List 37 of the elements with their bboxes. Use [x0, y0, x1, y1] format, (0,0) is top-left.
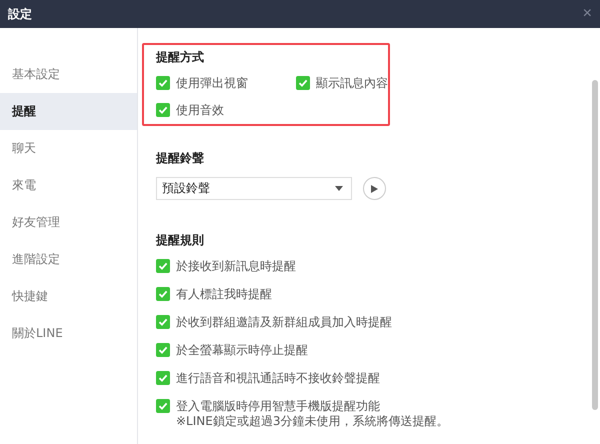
- checkbox[interactable]: [156, 103, 170, 117]
- option-label: 有人標註我時提醒: [176, 287, 272, 302]
- option-label: 進行語音和視訊通話時不接收鈴聲提醒: [176, 371, 380, 386]
- sidebar-item[interactable]: 好友管理: [0, 204, 137, 241]
- sidebar-item[interactable]: 進階設定: [0, 241, 137, 278]
- option-label: 於接收到新訊息時提醒: [176, 259, 296, 274]
- play-icon: [371, 184, 378, 192]
- checkbox[interactable]: [156, 315, 170, 329]
- sidebar-item[interactable]: 來電: [0, 167, 137, 204]
- checkbox[interactable]: [296, 76, 310, 90]
- option-label: 於全螢幕顯示時停止提醒: [176, 343, 308, 358]
- option-note: ※LINE鎖定或超過3分鐘未使用，系統將傳送提醒。: [176, 414, 448, 429]
- checkbox[interactable]: [156, 399, 170, 413]
- option-label: 使用彈出視窗: [176, 76, 248, 91]
- sound-dropdown[interactable]: 預設鈴聲: [156, 177, 352, 200]
- option-label: 於收到群組邀請及新群組成員加入時提醒: [176, 315, 392, 330]
- section-heading: 提醒鈴聲: [156, 150, 205, 167]
- sidebar-item[interactable]: 提醒: [0, 93, 137, 130]
- scrollbar-thumb[interactable]: [592, 80, 598, 410]
- checkbox[interactable]: [156, 76, 170, 90]
- checkbox[interactable]: [156, 259, 170, 273]
- section-heading: 提醒方式: [156, 49, 205, 66]
- sidebar-item[interactable]: 基本設定: [0, 56, 137, 93]
- checkbox[interactable]: [156, 287, 170, 301]
- sidebar-item[interactable]: 關於LINE: [0, 315, 137, 352]
- sidebar-item[interactable]: 聊天: [0, 130, 137, 167]
- sidebar-item[interactable]: 快捷鍵: [0, 278, 137, 315]
- option-label: 登入電腦版時停用智慧手機版提醒功能: [176, 399, 381, 414]
- play-button[interactable]: [363, 177, 386, 200]
- checkbox[interactable]: [156, 371, 170, 385]
- option-label: 使用音效: [176, 103, 224, 118]
- option-label: 顯示訊息內容: [316, 76, 388, 91]
- section-heading: 提醒規則: [156, 232, 205, 249]
- close-button[interactable]: ×: [582, 6, 592, 22]
- checkbox[interactable]: [156, 343, 170, 357]
- window-title: 設定: [8, 6, 32, 22]
- caret-icon: [335, 186, 343, 191]
